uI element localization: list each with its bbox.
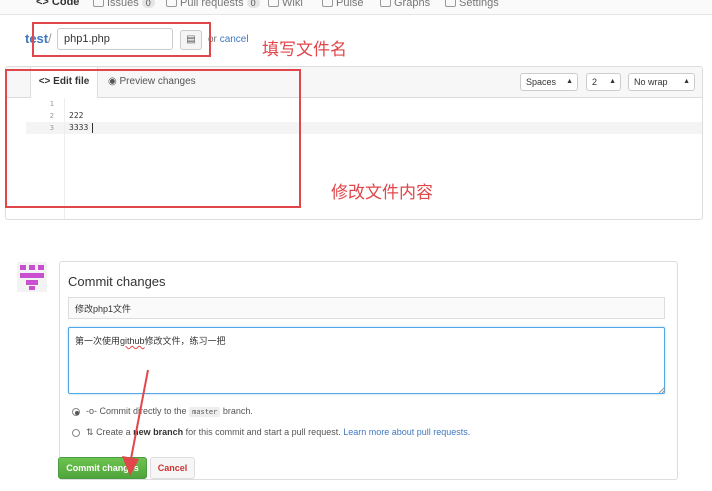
indent-mode-select[interactable]: Spaces ▲ — [520, 73, 578, 91]
tab-settings[interactable]: Settings — [445, 0, 499, 9]
description-text-tail: 修改文件，练习一把 — [144, 336, 226, 346]
option1-tail: branch. — [222, 406, 253, 416]
tab-pulse[interactable]: Pulse — [322, 0, 364, 9]
cancel-button[interactable]: Cancel — [150, 457, 195, 479]
commit-description-textarea[interactable]: 第一次使用github修改文件，练习一把 — [68, 327, 665, 394]
tab-graphs[interactable]: Graphs — [380, 0, 430, 9]
gear-icon — [445, 0, 456, 7]
repo-nav: <> Code Issues 0 Pull requests 0 Wiki Puls… — [0, 0, 712, 15]
annotation-content-note: 修改文件内容 — [331, 183, 433, 203]
resize-handle-icon[interactable] — [658, 386, 665, 393]
pull-request-icon: ⇅ — [86, 427, 94, 437]
commit-summary-input[interactable] — [68, 297, 665, 319]
avatar — [17, 262, 47, 292]
indent-size-select[interactable]: 2 ▲ — [586, 73, 621, 91]
select-arrows-icon: ▲ — [566, 78, 573, 85]
tab-wiki[interactable]: Wiki — [268, 0, 303, 9]
issue-icon — [93, 0, 104, 7]
tab-settings-label: Settings — [459, 0, 499, 9]
description-misspelled-word: github — [120, 336, 145, 346]
annotation-filename-note: 填写文件名 — [262, 40, 347, 60]
option-commit-directly[interactable]: -o- Commit directly to the master branch… — [86, 406, 253, 417]
select-arrows-icon: ▲ — [683, 78, 690, 85]
learn-more-link[interactable]: Learn more about pull requests. — [343, 427, 470, 437]
tab-code[interactable]: <> Code — [36, 0, 79, 8]
indent-size-value: 2 — [592, 77, 598, 87]
cancel-link[interactable]: cancel — [220, 34, 249, 45]
commit-title: Commit changes — [68, 274, 166, 289]
pulls-count: 0 — [246, 0, 260, 8]
commit-icon: -o- — [86, 406, 97, 416]
indent-mode-value: Spaces — [526, 77, 557, 87]
tab-code-label: Code — [51, 0, 80, 8]
or-cancel: or cancel — [208, 34, 249, 45]
radio-new-branch[interactable] — [72, 429, 80, 437]
issues-count: 0 — [141, 0, 155, 8]
graph-icon — [380, 0, 391, 7]
option2-tail: for this commit and start a pull request… — [185, 427, 341, 437]
wrap-mode-select[interactable]: No wrap ▲ — [628, 73, 695, 91]
tab-graphs-label: Graphs — [394, 0, 431, 9]
pull-request-icon — [166, 0, 177, 7]
tab-pulse-label: Pulse — [336, 0, 364, 9]
pulse-icon — [322, 0, 333, 7]
tab-issues-label: Issues — [107, 0, 139, 9]
tab-pulls-label: Pull requests — [180, 0, 244, 9]
tab-issues[interactable]: Issues 0 — [93, 0, 155, 9]
annotation-box-filename — [32, 22, 211, 57]
wrap-mode-value: No wrap — [634, 77, 668, 87]
radio-commit-directly[interactable] — [72, 408, 80, 416]
select-arrows-icon: ▲ — [609, 78, 616, 85]
annotation-box-content — [5, 69, 301, 208]
tab-pull-requests[interactable]: Pull requests 0 — [166, 0, 260, 9]
annotation-arrow — [122, 369, 149, 476]
description-text: 第一次使用 — [75, 336, 121, 346]
tab-wiki-label: Wiki — [282, 0, 303, 9]
book-icon — [268, 0, 279, 7]
branch-name: master — [189, 407, 221, 417]
